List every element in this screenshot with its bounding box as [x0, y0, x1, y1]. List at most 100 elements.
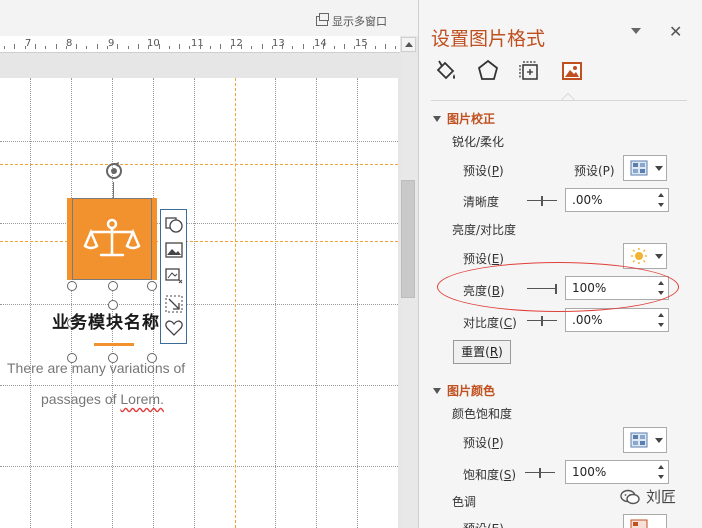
chevron-down-icon: [655, 438, 663, 443]
ruler-number: 7: [25, 38, 32, 49]
ruler-tick: [230, 46, 232, 49]
pentagon-icon[interactable]: [475, 58, 501, 84]
label-text: 饱和度(: [463, 468, 504, 482]
sharpen-soften-label: 锐化/柔化: [452, 135, 505, 149]
grid-line: [316, 78, 317, 528]
selection-frame: [72, 198, 152, 280]
tone-group-label: 色调: [452, 495, 477, 509]
reset-button[interactable]: 重置(R): [453, 340, 511, 364]
close-icon[interactable]: ✕: [669, 22, 682, 41]
label-text: ): [498, 345, 503, 359]
ruler-tick: [374, 46, 376, 49]
resize-handle[interactable]: [147, 281, 157, 291]
ruler-tick: [179, 44, 181, 49]
picture-color-header[interactable]: 图片颜色: [433, 382, 495, 399]
spin-down-icon[interactable]: [658, 323, 664, 327]
crop-image-icon[interactable]: [164, 266, 184, 286]
picture-icon[interactable]: [559, 58, 585, 84]
picture-correction-header[interactable]: 图片校正: [433, 110, 495, 127]
windows-icon: [316, 13, 329, 26]
rotate-handle-icon[interactable]: [103, 160, 125, 182]
ruler-number: 11: [191, 38, 204, 49]
spin-down-icon[interactable]: [658, 203, 664, 207]
tab-separator: [431, 100, 687, 101]
sharpness-slider[interactable]: [527, 196, 557, 206]
description-line-1[interactable]: There are many variations of: [7, 360, 185, 376]
description-line-2[interactable]: passages of Lorem.: [41, 391, 164, 407]
preset-thumbnail-icon: [630, 519, 648, 528]
shape-icon[interactable]: [164, 214, 184, 234]
saturation-stepper[interactable]: 100%: [565, 460, 669, 484]
wechat-icon: [620, 489, 640, 504]
show-multi-window-button[interactable]: 显示多窗口: [316, 13, 387, 29]
access-key: R: [489, 345, 499, 359]
ruler-tick: [220, 44, 222, 49]
ruler-tick: [76, 44, 78, 49]
grid-line: [0, 304, 398, 305]
paint-bucket-icon[interactable]: [433, 58, 459, 84]
editor-area: 显示多窗口 7 8 9 10 11 12 13 14 15 业务模块名称 The…: [0, 0, 418, 528]
spin-up-icon[interactable]: [658, 193, 664, 197]
spin-up-icon[interactable]: [658, 465, 664, 469]
module-title[interactable]: 业务模块名称: [52, 308, 160, 333]
tone-preset-dropdown[interactable]: [623, 514, 667, 528]
ruler-tick: [34, 44, 36, 49]
horizontal-ruler[interactable]: 7 8 9 10 11 12 13 14 15: [0, 36, 400, 53]
label-text: 预设(: [463, 436, 492, 450]
ruler-tick: [395, 46, 397, 49]
ruler-number: 9: [108, 38, 115, 49]
ruler-tick: [313, 46, 314, 49]
ruler-tick: [323, 44, 325, 49]
image-icon[interactable]: [164, 240, 184, 260]
sharpness-label: 清晰度: [463, 195, 500, 209]
label-text: ): [512, 316, 517, 330]
sharpen-preset-label: 预设(P): [463, 162, 504, 179]
sharpen-preset-dropdown[interactable]: [623, 155, 667, 181]
chevron-down-icon: [655, 254, 663, 259]
ruler-tick: [271, 46, 273, 49]
contrast-stepper[interactable]: .00%: [565, 308, 669, 332]
spin-down-icon[interactable]: [658, 475, 664, 479]
saturation-preset-dropdown[interactable]: [623, 427, 667, 453]
ruler-tick: [189, 46, 191, 49]
slide-canvas[interactable]: [0, 78, 398, 528]
section-title: 图片校正: [447, 112, 496, 126]
grid-line: [71, 78, 72, 528]
ruler-tick: [251, 46, 253, 49]
ruler-tick: [96, 44, 98, 49]
scrollbar-thumb[interactable]: [401, 180, 415, 298]
panel-options-dropdown-icon[interactable]: [631, 28, 641, 34]
resize-handle[interactable]: [67, 281, 77, 291]
spin-up-icon[interactable]: [658, 313, 664, 317]
brightness-highlight-annotation: [437, 262, 679, 312]
label-text: ): [511, 468, 516, 482]
contrast-slider[interactable]: [527, 316, 557, 326]
grid-line: [357, 78, 358, 528]
ruler-tick: [168, 46, 170, 49]
spellcheck-word: Lorem.: [120, 391, 164, 407]
access-key: C: [503, 316, 513, 330]
ruler-tick: [14, 44, 16, 49]
grid-line: [30, 78, 31, 528]
ruler-tick: [65, 46, 67, 49]
tone-preset-label: 预设(E): [463, 520, 504, 528]
scroll-up-button[interactable]: [401, 37, 416, 52]
resize-arrow-icon[interactable]: [164, 294, 184, 314]
sharpness-stepper[interactable]: .00%: [565, 188, 669, 212]
heart-icon[interactable]: [164, 318, 184, 338]
watermark-text: 刘匠: [646, 488, 677, 506]
saturation-slider[interactable]: [525, 468, 555, 478]
label-text: ): [498, 164, 504, 178]
size-icon[interactable]: [517, 58, 543, 84]
grid-line: [0, 466, 398, 467]
brightness-preset-dropdown[interactable]: [623, 243, 667, 269]
resize-handle[interactable]: [108, 281, 118, 291]
access-key: P: [491, 436, 499, 450]
section-title: 图片颜色: [447, 384, 496, 398]
ruler-tick: [199, 44, 201, 49]
ruler-tick: [364, 44, 366, 49]
ruler-number: 14: [314, 38, 327, 49]
preset-thumbnail-icon: [630, 432, 648, 448]
ruler-tick: [343, 44, 345, 49]
contrast-label: 对比度(C): [463, 314, 517, 331]
